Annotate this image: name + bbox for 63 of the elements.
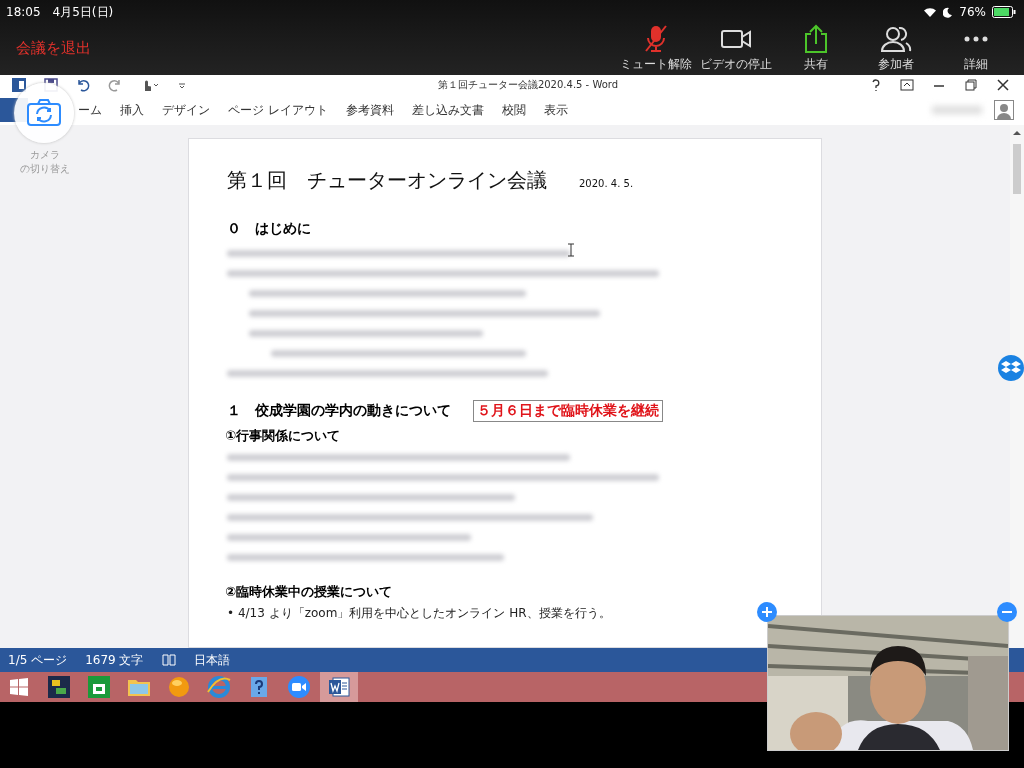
scroll-up-icon[interactable] bbox=[1011, 128, 1023, 138]
document-date: 2020. 4. 5. bbox=[579, 178, 634, 189]
battery-icon bbox=[992, 6, 1016, 18]
ribbon-tab[interactable]: デザイン bbox=[162, 101, 210, 119]
more-icon bbox=[964, 35, 988, 42]
video-camera-app-icon bbox=[287, 675, 311, 699]
word-document-icon bbox=[327, 676, 351, 698]
help-icon[interactable] bbox=[870, 78, 882, 92]
word-app-icon[interactable] bbox=[12, 78, 26, 92]
user-avatar-icon[interactable] bbox=[994, 100, 1014, 120]
participants-button[interactable]: 参加者 bbox=[856, 23, 936, 73]
scrollbar-thumb[interactable] bbox=[1013, 144, 1021, 194]
minimize-video-button[interactable] bbox=[997, 602, 1017, 622]
share-icon bbox=[802, 23, 830, 54]
ribbon-tab[interactable]: ーム bbox=[78, 101, 102, 119]
browser-e-icon bbox=[207, 676, 231, 698]
ribbon-tab[interactable]: 挿入 bbox=[120, 101, 144, 119]
ribbon-display-icon[interactable] bbox=[900, 78, 914, 92]
section-heading: １ 佼成学園の学内の動きについて bbox=[227, 402, 451, 420]
mic-button[interactable]: ミュート解除 bbox=[616, 23, 696, 73]
share-button[interactable]: 共有 bbox=[776, 23, 856, 73]
close-icon[interactable] bbox=[996, 78, 1010, 92]
clock: 18:05 bbox=[6, 5, 41, 19]
ribbon-tab[interactable]: 表示 bbox=[543, 101, 568, 119]
section-heading: ０ はじめに bbox=[227, 220, 311, 238]
app-icon bbox=[48, 676, 70, 698]
bullet-item: • 4/13 より「zoom」利用を中心としたオンライン HR、授業を行う。 bbox=[227, 604, 611, 622]
restore-icon[interactable] bbox=[964, 78, 978, 92]
subsection-heading: ②臨時休業中の授業について bbox=[225, 583, 392, 601]
ribbon-tab[interactable]: ページ レイアウト bbox=[228, 101, 328, 119]
switch-camera-label: カメラ bbox=[30, 148, 60, 162]
dropbox-icon[interactable] bbox=[998, 354, 1024, 382]
redo-icon[interactable] bbox=[108, 78, 122, 92]
language-indicator[interactable]: 日本語 bbox=[193, 651, 230, 669]
camera-switch-icon bbox=[26, 99, 62, 127]
taskbar-app-button[interactable] bbox=[320, 672, 358, 702]
word-count: 1679 文字 bbox=[85, 651, 144, 669]
ribbon-tab[interactable]: 差し込み文書 bbox=[411, 101, 484, 119]
store-icon bbox=[88, 676, 110, 698]
video-button[interactable]: ビデオの停止 bbox=[696, 23, 776, 73]
wifi-icon bbox=[923, 6, 938, 18]
ribbon-tab[interactable]: 校閲 bbox=[501, 101, 526, 119]
page-count: 1/5 ページ bbox=[8, 651, 68, 669]
highlighted-note: ５月６日まで臨時休業を継続 bbox=[473, 400, 663, 422]
microphone-icon bbox=[642, 23, 670, 54]
document-title: 第１回 チューターオンライン会議 bbox=[227, 167, 547, 194]
window-title: 第１回チューター会議2020.4.5 - Word bbox=[436, 78, 620, 92]
help-book-icon bbox=[249, 675, 269, 699]
more-button[interactable]: 詳細 bbox=[936, 23, 1016, 73]
proofing-icon[interactable] bbox=[161, 654, 176, 666]
moon-icon bbox=[943, 6, 954, 18]
switch-camera-label: の切り替え bbox=[20, 162, 70, 176]
date: 4月5日(日) bbox=[52, 3, 114, 21]
expand-video-button[interactable] bbox=[757, 602, 777, 622]
text-cursor-icon bbox=[567, 243, 575, 257]
ribbon-tab[interactable]: 参考資料 bbox=[345, 101, 394, 119]
leave-meeting-button[interactable]: 会議を退出 bbox=[16, 38, 91, 58]
subsection-heading: ①行事関係について bbox=[225, 427, 340, 445]
undo-icon[interactable] bbox=[76, 78, 90, 92]
battery-percent: 76% bbox=[959, 5, 986, 19]
folder-icon bbox=[127, 677, 151, 697]
ball-icon bbox=[167, 676, 191, 698]
windows-logo-icon bbox=[9, 677, 29, 697]
